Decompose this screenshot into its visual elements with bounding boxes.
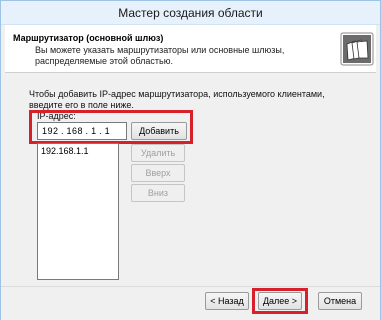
next-button[interactable]: Далее > — [258, 292, 302, 310]
title-bar: Мастер создания области — [1, 1, 380, 25]
page-description: Вы можете указать маршрутизаторы или осн… — [35, 45, 285, 66]
ip-dot: . — [85, 126, 89, 136]
ip-octet-2[interactable]: 168 — [67, 126, 84, 136]
add-button[interactable]: Добавить — [131, 122, 187, 140]
page-title: Маршрутизатор (основной шлюз) — [13, 33, 164, 43]
ip-octet-4[interactable]: 1 — [105, 126, 111, 136]
wizard-window: Мастер создания области Маршрутизатор (о… — [0, 0, 381, 320]
folders-icon — [340, 32, 374, 66]
ip-address-label: IP-адрес: — [37, 111, 76, 121]
router-list[interactable]: 192.168.1.1 — [37, 143, 119, 280]
back-button[interactable]: < Назад — [205, 292, 249, 310]
instruction-text: Чтобы добавить IP-адрес маршрутизатора, … — [29, 89, 325, 110]
wizard-body: Чтобы добавить IP-адрес маршрутизатора, … — [5, 73, 376, 286]
cancel-button[interactable]: Отмена — [318, 292, 362, 310]
ip-address-input[interactable]: 192 . 168 . 1 . 1 — [37, 122, 127, 140]
ip-dot: . — [99, 126, 103, 136]
remove-button[interactable]: Удалить — [131, 144, 185, 162]
ip-octet-1[interactable]: 192 — [42, 126, 59, 136]
move-down-button[interactable]: Вниз — [131, 184, 185, 202]
wizard-header: Маршрутизатор (основной шлюз) Вы можете … — [5, 25, 376, 73]
ip-dot: . — [61, 126, 65, 136]
list-item[interactable]: 192.168.1.1 — [38, 144, 118, 159]
move-up-button[interactable]: Вверх — [131, 164, 185, 182]
window-title: Мастер создания области — [118, 6, 263, 20]
wizard-footer: < Назад Далее > Отмена — [1, 286, 380, 320]
